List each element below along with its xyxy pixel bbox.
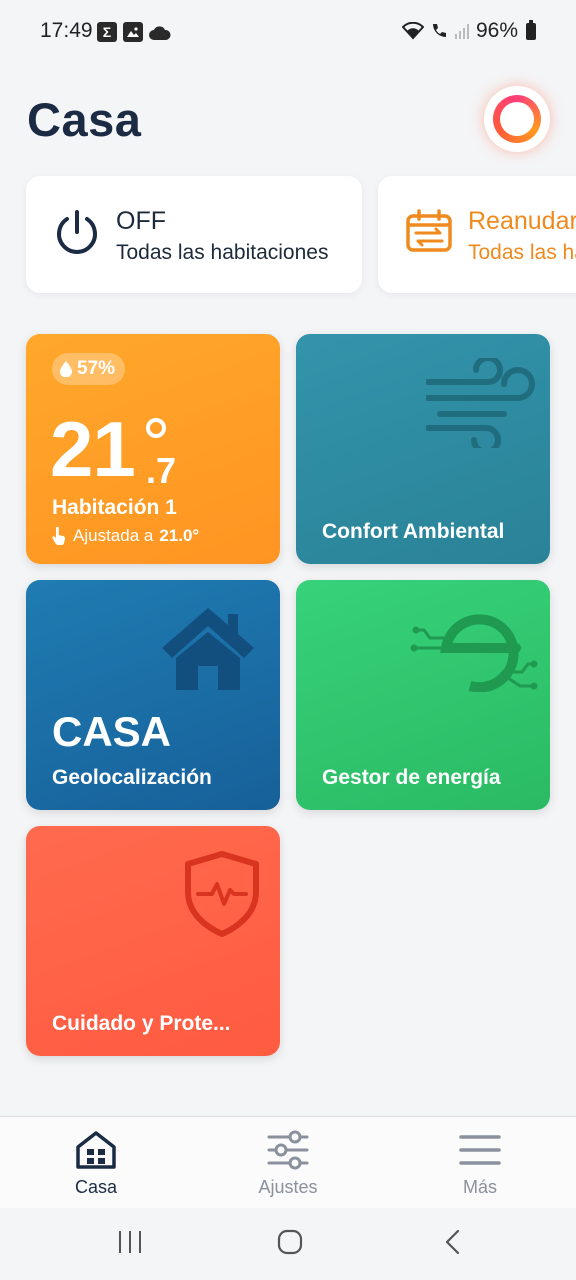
humidity-badge: 57%: [52, 353, 126, 385]
quick-action-resume[interactable]: Reanudar Todas las habitaciones: [378, 176, 576, 293]
temperature-integer: 21: [50, 405, 136, 493]
signal-icon: [454, 24, 469, 39]
energy-label: Gestor de energía: [322, 766, 501, 789]
degree-symbol: [146, 418, 166, 438]
comfort-label: Confort Ambiental: [322, 520, 505, 543]
care-protection-tile[interactable]: Cuidado y Prote...: [26, 826, 280, 1056]
home-grid-icon: [76, 1131, 116, 1169]
menu-icon: [459, 1135, 501, 1165]
quick-action-title: Reanudar: [468, 207, 576, 235]
room-setpoint: Ajustada a 21.0°: [52, 526, 199, 546]
quick-action-subtitle: Todas las habitaciones: [116, 241, 329, 264]
status-notification-icons: Σ: [97, 22, 171, 42]
nav-settings-label: Ajustes: [258, 1177, 318, 1197]
energy-tile[interactable]: Gestor de energía: [296, 580, 550, 810]
room-tile[interactable]: 57% 21 .7 Habitación 1 Ajustada a 21.0°: [26, 334, 280, 564]
nav-more-label: Más: [462, 1177, 497, 1197]
sigma-app-icon: Σ: [97, 22, 117, 42]
room-name: Habitación 1: [52, 496, 177, 519]
hand-pointer-icon: [52, 527, 66, 545]
shield-pulse-icon: [185, 851, 259, 937]
bottom-navigation: Casa Ajustes Más: [0, 1116, 576, 1208]
status-bar: 17:49 Σ 96%: [0, 0, 576, 64]
droplet-icon: [60, 361, 72, 377]
power-icon: [57, 210, 97, 254]
quick-action-title: OFF: [116, 207, 166, 235]
nav-home[interactable]: Casa: [36, 1129, 156, 1198]
status-time: 17:49: [40, 19, 93, 42]
recent-apps-icon[interactable]: [116, 1228, 144, 1256]
geolocation-status: CASA: [52, 708, 172, 755]
system-navigation-bar: [0, 1208, 576, 1280]
energy-e-icon: [410, 614, 538, 692]
comfort-tile[interactable]: Confort Ambiental: [296, 334, 550, 564]
page-title: Casa: [27, 93, 142, 146]
nav-settings[interactable]: Ajustes: [228, 1129, 348, 1198]
wifi-calling-icon: [432, 24, 446, 37]
back-icon[interactable]: [440, 1228, 468, 1256]
wifi-icon: [401, 22, 424, 40]
assistant-ring-icon: [493, 95, 541, 143]
temperature-decimal: .7: [146, 450, 177, 491]
cloud-icon: [149, 26, 171, 40]
setpoint-value: 21.0°: [159, 526, 200, 545]
status-system-icons: 96%: [401, 19, 536, 43]
assistant-button[interactable]: [484, 86, 550, 152]
home-system-icon[interactable]: [276, 1228, 304, 1256]
quick-action-off[interactable]: OFF Todas las habitaciones: [26, 176, 362, 293]
sliders-icon: [267, 1130, 309, 1170]
calendar-resume-icon: [406, 209, 452, 252]
nav-more[interactable]: Más: [420, 1129, 540, 1198]
wind-icon: [426, 358, 535, 448]
quick-action-subtitle: Todas las habitaciones: [468, 241, 576, 264]
setpoint-prefix: Ajustada a: [73, 526, 154, 545]
care-label: Cuidado y Prote...: [52, 1012, 231, 1035]
nav-home-label: Casa: [74, 1177, 118, 1197]
humidity-value: 57%: [77, 358, 116, 379]
house-icon: [162, 608, 254, 690]
geolocation-tile[interactable]: CASA Geolocalización: [26, 580, 280, 810]
gallery-icon: [123, 22, 143, 42]
battery-icon: [526, 19, 536, 40]
geolocation-label: Geolocalización: [52, 766, 212, 789]
battery-percent: 96%: [475, 19, 518, 42]
